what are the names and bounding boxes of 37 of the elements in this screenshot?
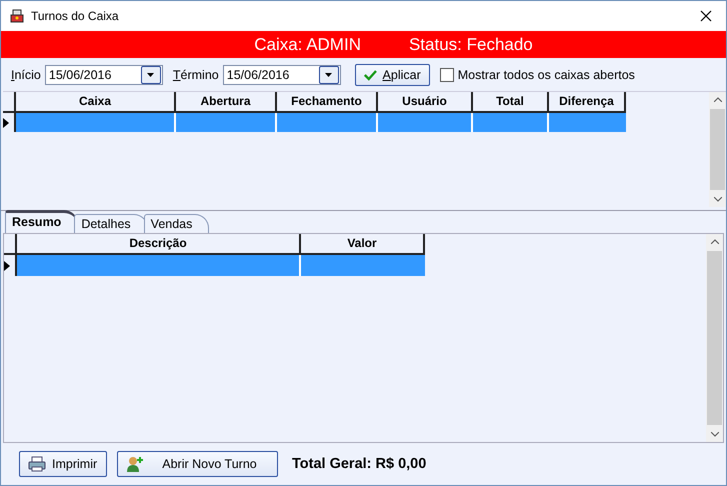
total-label: Total Geral: R$ 0,00: [292, 456, 426, 472]
scroll-up-icon[interactable]: [714, 97, 722, 102]
dropdown-icon: [147, 72, 154, 76]
printer-icon: [28, 456, 46, 472]
apply-button[interactable]: Aplicar: [354, 64, 430, 86]
table-cell[interactable]: [301, 255, 425, 276]
scroll-up-icon[interactable]: [710, 239, 718, 244]
table-cell[interactable]: [473, 113, 549, 132]
end-date-field[interactable]: 15/06/2016: [222, 64, 341, 84]
table-cell[interactable]: [17, 255, 301, 276]
scroll-down-icon[interactable]: [710, 432, 718, 437]
start-label: Início: [11, 68, 41, 82]
scrollbar[interactable]: [706, 234, 723, 442]
table-cell[interactable]: [549, 113, 626, 132]
dropdown-icon: [325, 72, 332, 76]
print-button[interactable]: Imprimir: [19, 451, 107, 477]
close-icon[interactable]: [700, 10, 712, 22]
table-cell[interactable]: [378, 113, 473, 132]
table-cell[interactable]: [176, 113, 277, 132]
cashier-label: Caixa: ADMIN: [254, 34, 361, 54]
start-date-field[interactable]: 15/06/2016: [44, 64, 163, 84]
new-shift-button[interactable]: Abrir Novo Turno: [117, 451, 278, 477]
cash-register-icon: [9, 8, 25, 24]
status-label: Status: Fechado: [408, 34, 533, 54]
window-title: Turnos do Caixa: [31, 9, 119, 23]
row-pointer-icon: [3, 118, 9, 128]
scrollbar[interactable]: [709, 92, 726, 207]
row-pointer-icon: [4, 260, 10, 270]
checkmark-icon: [364, 68, 377, 82]
show-all-checkbox[interactable]: [440, 68, 454, 82]
table-cell[interactable]: [16, 113, 176, 132]
user-add-icon: [126, 456, 144, 472]
scroll-down-icon[interactable]: [714, 197, 722, 202]
end-label: Término: [172, 68, 219, 82]
table-cell[interactable]: [277, 113, 378, 132]
show-all-label: Mostrar todos os caixas abertos: [458, 68, 635, 82]
tab[interactable]: Vendas: [144, 214, 210, 233]
